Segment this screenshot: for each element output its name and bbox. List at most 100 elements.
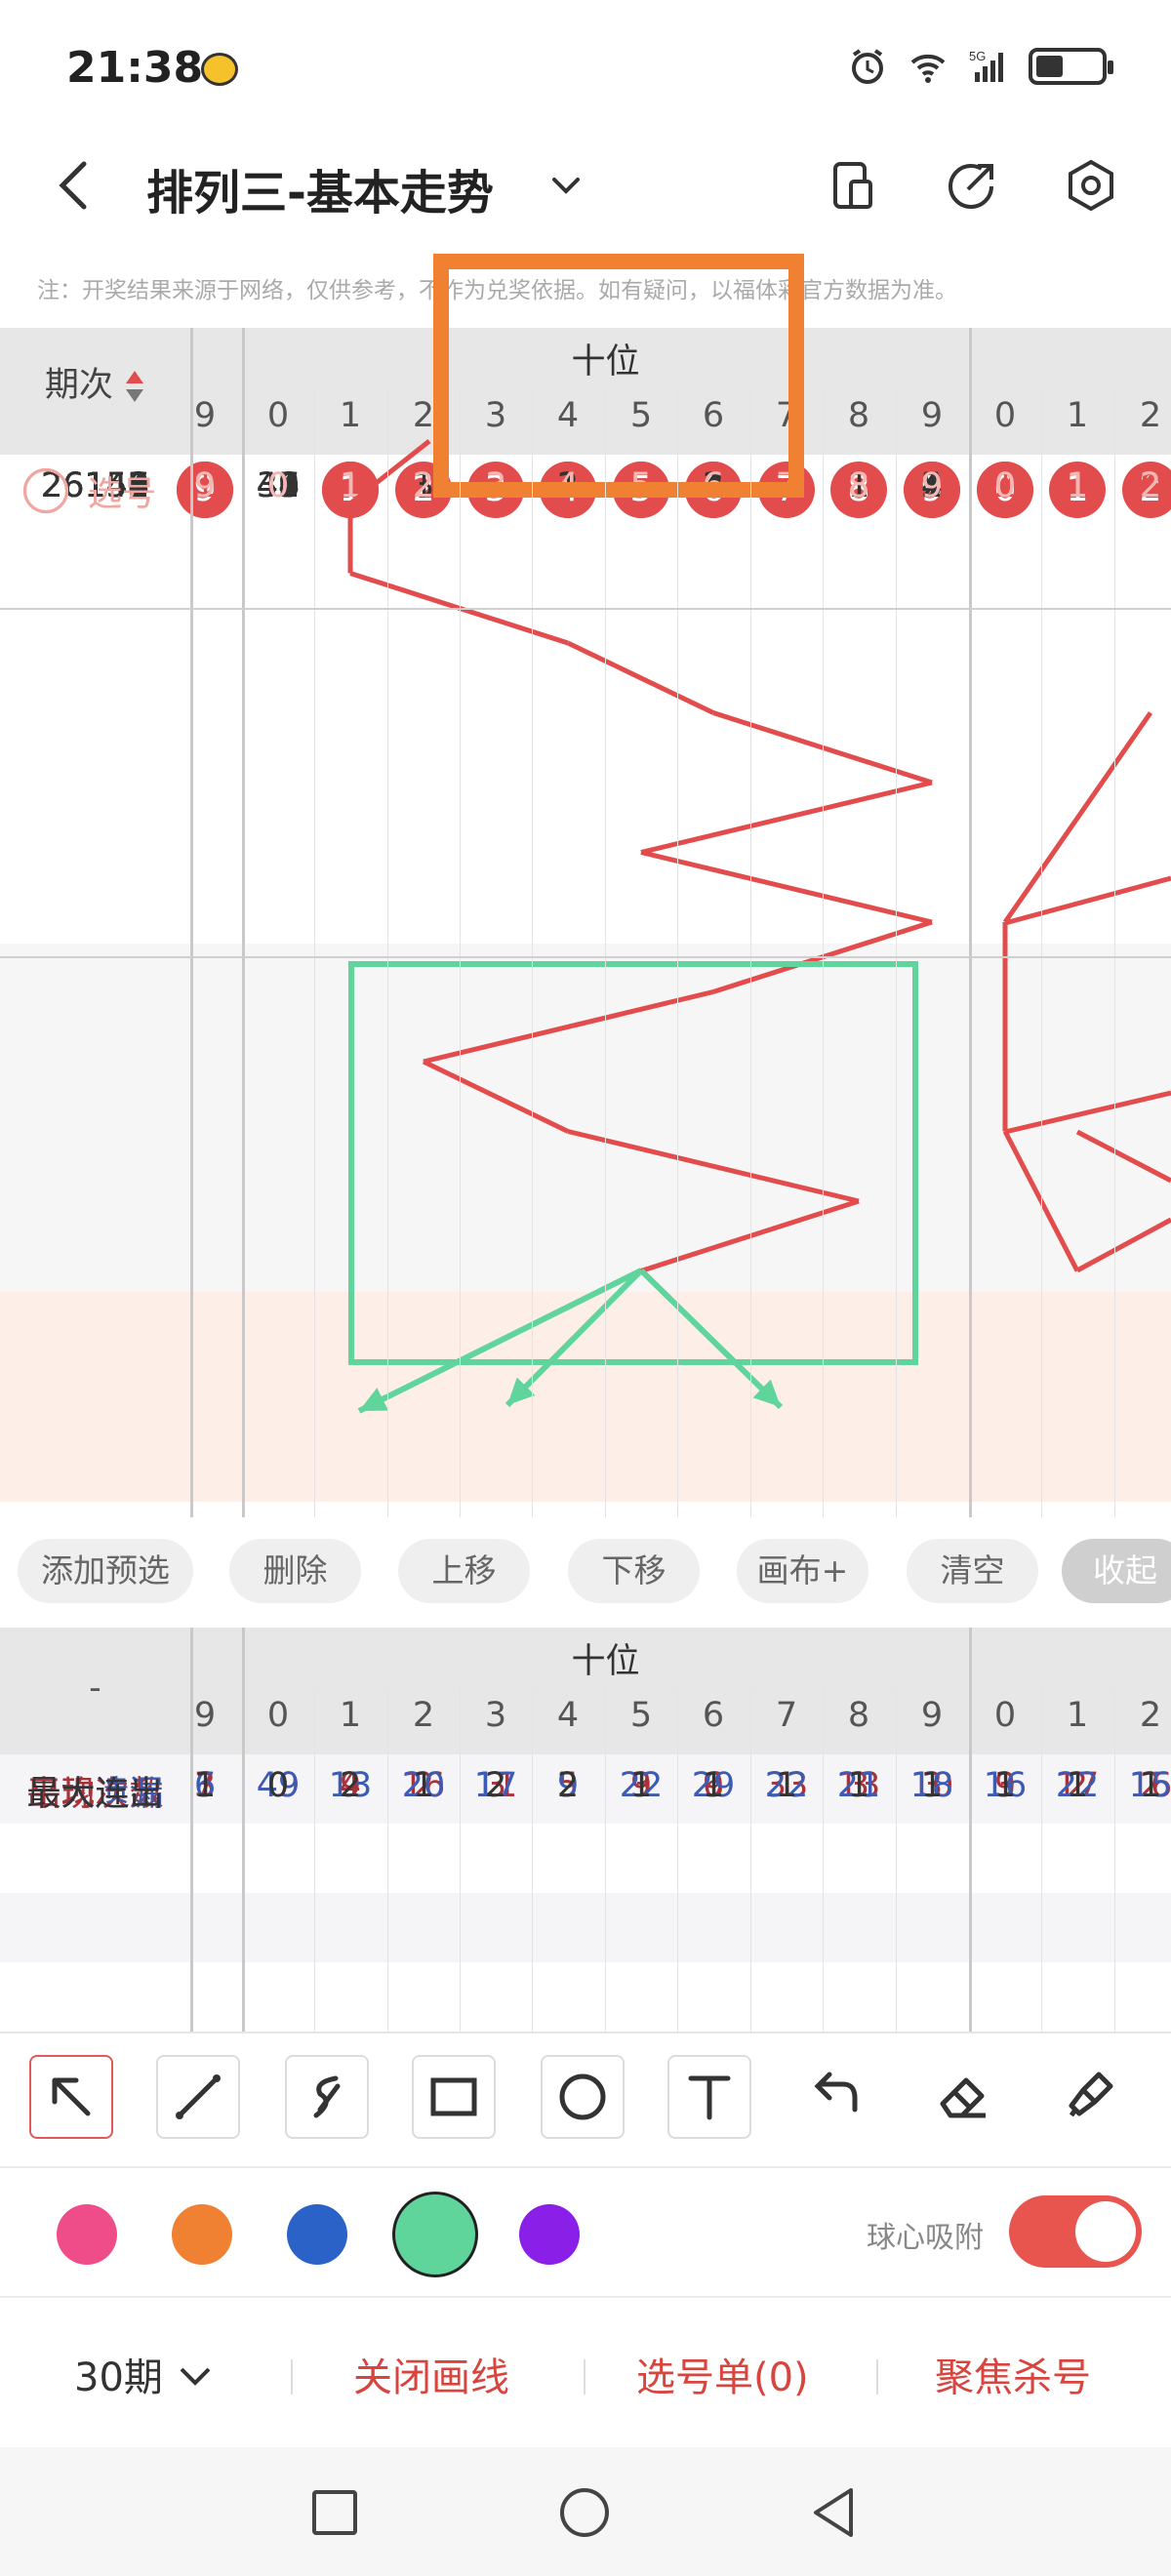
color-green-swatch[interactable]: [392, 2192, 478, 2277]
system-icons: 5G: [847, 47, 1113, 86]
pick-cell[interactable]: 6: [677, 466, 749, 505]
cell-divider: [605, 1690, 606, 2032]
pick-cell[interactable]: 9: [896, 466, 968, 505]
column-header: 0: [993, 396, 1017, 435]
brush-tool[interactable]: [1050, 2055, 1134, 2139]
clear-button[interactable]: 清空: [907, 1539, 1038, 1603]
stats-column-header: 7: [775, 1696, 798, 1735]
stats-row: 平均遗漏 3 49 9 16 11 5 9 9 33 13 10 9 17 16: [0, 1766, 1171, 1893]
color-purple-swatch[interactable]: [519, 2204, 580, 2265]
close-lines-button[interactable]: 关闭画线: [353, 2346, 509, 2402]
column-header: 9: [193, 396, 217, 435]
stats-row-name: 最大连出: [26, 1775, 164, 1814]
circle-tool[interactable]: [541, 2055, 625, 2139]
period-select[interactable]: 30期: [74, 2346, 215, 2402]
stats-column-header: 2: [1139, 1696, 1162, 1735]
cell-divider: [314, 1690, 315, 2032]
eraser-icon: [940, 2077, 986, 2118]
table-row: 26148345681352618191184: [0, 462, 1171, 1013]
pick-cell[interactable]: 0: [242, 466, 314, 505]
back-nav-icon[interactable]: [808, 2486, 859, 2539]
period-header[interactable]: 期次: [0, 357, 190, 407]
column-header: 2: [412, 396, 435, 435]
pick-cell[interactable]: 8: [823, 466, 895, 505]
cell-divider: [460, 390, 461, 1517]
stats-value: 1: [629, 1766, 653, 1805]
cell-divider: [1041, 390, 1042, 1517]
select-arrow-tool[interactable]: [29, 2055, 113, 2139]
column-header: 4: [556, 396, 580, 435]
pick-cell[interactable]: 5: [605, 466, 677, 505]
share-icon[interactable]: [945, 158, 999, 213]
table-row: 26147244571241317189073: [0, 462, 1171, 944]
pick-list-button[interactable]: 选号单(0): [636, 2346, 809, 2402]
pick-label: 选号: [88, 475, 157, 514]
rectangle-tool[interactable]: [412, 2055, 496, 2139]
snap-toggle-knob: [1075, 2201, 1136, 2262]
text-icon: [688, 2075, 731, 2120]
recent-apps-icon[interactable]: [310, 2488, 359, 2537]
freehand-tool[interactable]: [285, 2055, 369, 2139]
pick-cell[interactable]: 1: [1041, 466, 1113, 505]
undo-button[interactable]: [794, 2055, 878, 2139]
color-blue-swatch[interactable]: [287, 2204, 347, 2265]
pick-cell[interactable]: 2: [387, 466, 460, 505]
cell-divider: [1114, 390, 1115, 1517]
group-divider: [0, 956, 1171, 958]
pick-cell[interactable]: 2: [1114, 466, 1171, 505]
color-pink-swatch[interactable]: [57, 2204, 117, 2265]
cell-divider: [750, 390, 751, 1517]
alarm-icon: [852, 49, 883, 84]
group-divider: [0, 608, 1171, 610]
stats-value: 1: [193, 1766, 217, 1805]
cell-divider: [532, 1690, 533, 2032]
focus-kill-button[interactable]: 聚焦杀号: [935, 2346, 1091, 2402]
page-title[interactable]: 排列三-基本走势: [146, 154, 494, 222]
stats-value: 2: [484, 1766, 507, 1805]
stats-column-header: 0: [993, 1696, 1017, 1735]
pick-cell[interactable]: 4: [532, 466, 604, 505]
stats-column-header: 5: [629, 1696, 653, 1735]
stats-column-header: 4: [556, 1696, 580, 1735]
stats-column-header: 0: [266, 1696, 290, 1735]
stats-value: 0: [266, 1766, 290, 1805]
bottom-bar: 30期 关闭画线 选号单(0) 聚焦杀号: [0, 2301, 1171, 2447]
cell-divider: [750, 1690, 751, 2032]
snap-toggle[interactable]: [1009, 2195, 1142, 2268]
rectangle-icon: [430, 2077, 477, 2116]
move-up-button[interactable]: 上移: [398, 1539, 530, 1603]
collapse-button[interactable]: 收起: [1062, 1539, 1171, 1603]
canvas-button[interactable]: 画布+: [737, 1539, 868, 1603]
table-row: 261442412491216141551442: [0, 462, 1171, 734]
column-divider: [242, 1628, 245, 2032]
battery-icon: [1029, 48, 1113, 85]
pick-cell[interactable]: 1: [314, 466, 386, 505]
cell-divider: [896, 1690, 897, 2032]
eraser-tool[interactable]: [923, 2055, 1007, 2139]
pick-cell[interactable]: 3: [460, 466, 532, 505]
home-icon[interactable]: [558, 2486, 611, 2539]
pick-cell[interactable]: 9: [169, 466, 241, 505]
app-notification-icon: [201, 53, 238, 86]
move-down-button[interactable]: 下移: [568, 1539, 700, 1603]
cell-divider: [823, 390, 824, 1517]
back-icon[interactable]: [49, 156, 98, 215]
settings-icon[interactable]: [1064, 158, 1118, 213]
cell-divider: [460, 1690, 461, 2032]
pick-cell[interactable]: 0: [969, 466, 1041, 505]
column-header: 3: [484, 396, 507, 435]
color-orange-swatch[interactable]: [172, 2204, 232, 2265]
trend-grid-header: 期次 十位 9 0 1 2 3 4 5 6 7 8 9 0 1 2: [0, 328, 1171, 455]
pick-radio[interactable]: [23, 468, 68, 513]
chevron-down-icon[interactable]: [546, 166, 586, 205]
column-header: 8: [847, 396, 870, 435]
add-preselect-button[interactable]: 添加预选: [18, 1539, 193, 1603]
column-header: 5: [629, 396, 653, 435]
delete-button[interactable]: 删除: [229, 1539, 361, 1603]
stats-value: 1: [412, 1766, 435, 1805]
pick-cell[interactable]: 7: [750, 466, 823, 505]
svg-text:5G: 5G: [969, 49, 986, 63]
phone-icon[interactable]: [826, 158, 880, 213]
line-tool[interactable]: [156, 2055, 240, 2139]
text-tool[interactable]: [667, 2055, 751, 2139]
